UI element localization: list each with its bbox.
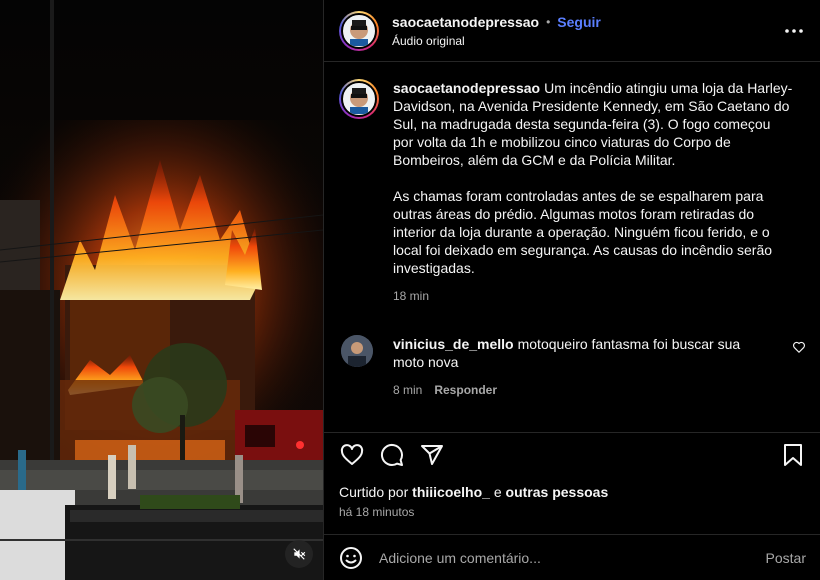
author-avatar[interactable] xyxy=(339,10,379,51)
mute-button[interactable] xyxy=(285,540,313,568)
comments-section: saocaetanodepressao Um incêndio atingiu u… xyxy=(324,62,820,432)
comment-button[interactable] xyxy=(379,442,405,468)
likes-summary: Curtido por thiiicoelho_ e outras pessoa… xyxy=(339,484,806,500)
commenter-avatar[interactable] xyxy=(341,335,373,367)
likes-user[interactable]: thiiicoelho_ xyxy=(412,484,490,500)
caption-paragraph-2: As chamas foram controladas antes de se … xyxy=(393,188,773,276)
sunglasses-face-icon xyxy=(344,15,374,46)
share-button[interactable] xyxy=(419,442,445,468)
comment-like-heart-icon[interactable] xyxy=(792,340,806,354)
add-comment-bar: Postar xyxy=(324,534,820,580)
avatar-image xyxy=(341,81,377,117)
separator-dot: • xyxy=(546,14,551,29)
post-comment-button[interactable]: Postar xyxy=(766,550,806,566)
save-button[interactable] xyxy=(780,442,806,468)
comment-text: vinicius_de_mello motoqueiro fantasma foi… xyxy=(393,335,773,371)
caption: saocaetanodepressao Um incêndio atingiu u… xyxy=(339,79,806,303)
post-time-ago: há 18 minutos xyxy=(339,505,415,519)
heart-icon xyxy=(340,444,364,465)
post-header: saocaetanodepressao • Seguir Áudio origi… xyxy=(324,0,820,62)
like-button[interactable] xyxy=(339,442,365,468)
more-horizontal-icon xyxy=(785,28,803,33)
likes-joiner: e xyxy=(493,484,502,500)
likes-prefix: Curtido por xyxy=(339,484,409,500)
post-media[interactable] xyxy=(0,0,323,580)
post-panel: saocaetanodepressao • Seguir Áudio origi… xyxy=(323,0,820,580)
comment-item: vinicius_de_mello motoqueiro fantasma foi… xyxy=(339,335,806,397)
person-photo-icon xyxy=(341,335,373,367)
sunglasses-face-icon xyxy=(344,84,374,114)
comment-bubble-icon xyxy=(380,443,403,466)
speaker-muted-icon xyxy=(293,548,306,560)
bookmark-icon xyxy=(784,444,802,466)
caption-time: 18 min xyxy=(393,289,430,303)
fire-scene-image xyxy=(0,0,323,580)
likes-others[interactable]: outras pessoas xyxy=(506,484,609,500)
paper-plane-icon xyxy=(421,445,443,465)
avatar-image xyxy=(341,12,377,49)
post-actions: Curtido por thiiicoelho_ e outras pessoa… xyxy=(324,432,820,534)
comment-input[interactable] xyxy=(379,549,756,566)
caption-text: saocaetanodepressao Um incêndio atingiu u… xyxy=(393,79,793,169)
author-username[interactable]: saocaetanodepressao xyxy=(392,14,539,30)
caption-avatar[interactable] xyxy=(339,79,379,119)
more-options-button[interactable] xyxy=(782,19,806,43)
comment-username[interactable]: vinicius_de_mello xyxy=(393,336,514,352)
comment-time: 8 min xyxy=(393,383,423,397)
reply-button[interactable]: Responder xyxy=(434,383,497,397)
follow-button[interactable]: Seguir xyxy=(557,14,601,30)
smiley-icon[interactable] xyxy=(339,546,363,570)
caption-username[interactable]: saocaetanodepressao xyxy=(393,80,540,96)
audio-label[interactable]: Áudio original xyxy=(392,34,601,48)
